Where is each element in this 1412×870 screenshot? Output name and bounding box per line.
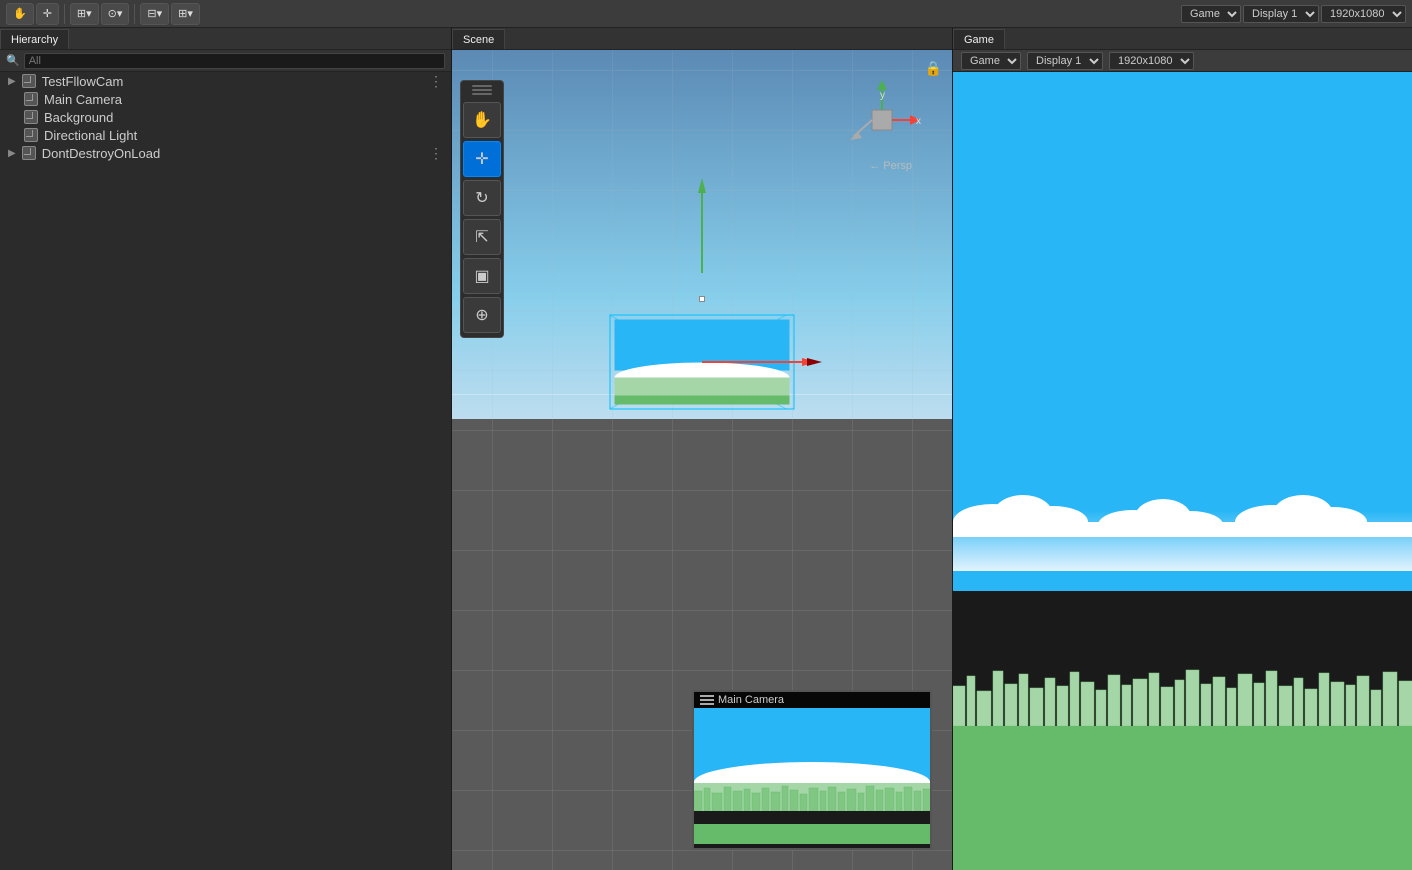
game-view-canvas[interactable]	[953, 72, 1412, 870]
resolution-dropdown[interactable]: 1920x1080	[1321, 5, 1406, 23]
snap2-btn[interactable]: ⊞▾	[171, 3, 200, 25]
game-tab-strip: Game	[953, 28, 1412, 50]
game-display-dropdown[interactable]: Display 1	[1027, 52, 1103, 70]
display-dropdown[interactable]: Display 1	[1243, 5, 1319, 23]
scene-canvas[interactable]: 🔒 x y	[452, 50, 952, 870]
cube-icon-background	[24, 110, 38, 124]
hierarchy-list: ▶ TestFllowCam ⋮ Main Camera Backgrou	[0, 72, 451, 162]
hierarchy-tab-strip: Hierarchy	[0, 28, 451, 50]
center-dot-top	[699, 296, 705, 302]
hierarchy-item-label-main-camera: Main Camera	[44, 92, 122, 107]
cube-icon-main-camera	[24, 92, 38, 106]
hierarchy-item-label-dont-destroy: DontDestroyOnLoad	[42, 146, 161, 161]
camera-preview-menu-icon	[700, 695, 714, 705]
game-view-dropdown[interactable]: Game	[961, 52, 1021, 70]
scene-area: Scene Shaded ▾ 2D ☀ 🔊 ✦ 🔒	[452, 28, 952, 870]
preview-ground	[694, 824, 930, 844]
toolbar-sep-1	[64, 4, 65, 24]
scale-tool-button[interactable]: ⇱	[463, 219, 501, 255]
cube-icon-directional-light	[24, 128, 38, 142]
move-tool-btn[interactable]: ✛	[36, 3, 59, 25]
transform-tool-button[interactable]: ⊕	[463, 297, 501, 333]
gizmo-x-label: x	[916, 116, 921, 127]
scene-gizmo[interactable]: x y	[842, 80, 922, 160]
hierarchy-search-input[interactable]	[24, 53, 445, 69]
hierarchy-item-background[interactable]: Background	[0, 108, 451, 126]
hand-tool-btn[interactable]: ✋	[6, 3, 34, 25]
main-layout: Hierarchy 🔍 ▶ TestFllowCam ⋮	[0, 28, 1412, 870]
cube-icon-testflowcam	[22, 74, 36, 88]
hierarchy-item-dont-destroy[interactable]: ▶ DontDestroyOnLoad ⋮	[0, 144, 451, 162]
hierarchy-item-testflowcam[interactable]: ▶ TestFllowCam ⋮	[0, 72, 451, 90]
scene-game-object	[610, 314, 795, 409]
move-tool-button[interactable]: ✛	[463, 141, 501, 177]
pivot-btn[interactable]: ⊞▾	[70, 3, 99, 25]
hierarchy-item-directional-light[interactable]: Directional Light	[0, 126, 451, 144]
camera-preview-header: Main Camera	[694, 692, 930, 708]
game-tab-label: Game	[964, 34, 994, 46]
hierarchy-item-main-camera[interactable]: Main Camera	[0, 90, 451, 108]
more-icon-testflowcam[interactable]: ⋮	[429, 73, 443, 90]
toolbar-sep-2	[134, 4, 135, 24]
more-icon-dont-destroy[interactable]: ⋮	[429, 145, 443, 162]
rotate-tool-button[interactable]: ↻	[463, 180, 501, 216]
game-city-skyline	[953, 666, 1412, 726]
game-tab[interactable]: Game	[953, 29, 1005, 49]
camera-preview-content	[694, 708, 930, 844]
top-toolbar: ✋ ✛ ⊞▾ ⊙▾ ⊟▾ ⊞▾ Game Display 1 1920x1080	[0, 0, 1412, 28]
cube-icon-dont-destroy	[22, 146, 36, 160]
scene-tab[interactable]: Scene	[452, 29, 505, 49]
hierarchy-item-label-background: Background	[44, 110, 113, 125]
snap-btn[interactable]: ⊟▾	[140, 3, 169, 25]
toolbar-right-group: Game Display 1 1920x1080	[1181, 5, 1406, 23]
game-dropdown[interactable]: Game	[1181, 5, 1241, 23]
camera-preview-scene: Main Camera	[692, 690, 932, 850]
hand-tool-button[interactable]: ✋	[463, 102, 501, 138]
tool-palette: ✋ ✛ ↻ ⇱ ▣ ⊕	[460, 80, 504, 338]
game-scene	[953, 72, 1412, 870]
gizmo-y-label: y	[880, 90, 885, 101]
expand-arrow-icon: ▶	[8, 76, 16, 87]
hierarchy-item-label-directional-light: Directional Light	[44, 128, 137, 143]
game-header: Game Display 1 1920x1080	[953, 50, 1412, 72]
persp-label: ← Persp	[869, 160, 912, 172]
hierarchy-tab-label: Hierarchy	[11, 34, 58, 46]
scene-tab-label: Scene	[463, 34, 494, 46]
right-panel: Game Game Display 1 1920x1080	[952, 28, 1412, 870]
toolbar-left-group: ✋ ✛ ⊞▾ ⊙▾ ⊟▾ ⊞▾	[6, 3, 200, 25]
global-btn[interactable]: ⊙▾	[101, 3, 130, 25]
hierarchy-panel: Hierarchy 🔍 ▶ TestFllowCam ⋮	[0, 28, 452, 870]
expand-arrow-icon-dont-destroy: ▶	[8, 148, 16, 159]
game-ground	[953, 726, 1412, 870]
search-icon: 🔍	[6, 54, 20, 67]
scene-tab-strip: Scene	[452, 28, 952, 50]
preview-city	[694, 783, 930, 811]
hierarchy-tab[interactable]: Hierarchy	[0, 29, 69, 49]
hierarchy-item-label-testflowcam: TestFllowCam	[42, 74, 124, 89]
hierarchy-search-bar: 🔍	[0, 50, 451, 72]
rect-tool-button[interactable]: ▣	[463, 258, 501, 294]
camera-preview-title: Main Camera	[718, 694, 784, 706]
lock-icon: 🔒	[925, 60, 942, 77]
game-res-dropdown[interactable]: 1920x1080	[1109, 52, 1194, 70]
game-clouds-layer	[953, 487, 1412, 537]
